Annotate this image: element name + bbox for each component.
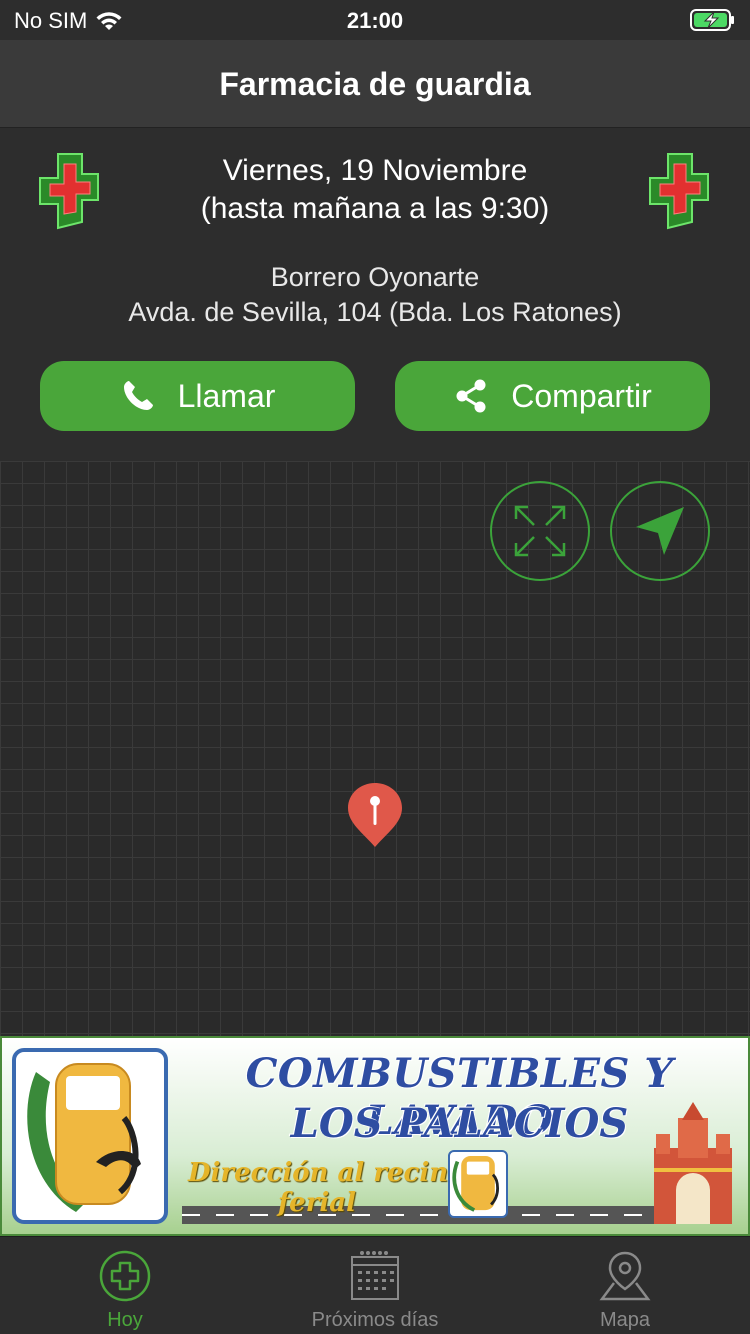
navigation-bar: Farmacia de guardia: [0, 40, 750, 128]
ad-subtitle-line1: Dirección al recinto: [188, 1158, 478, 1188]
map-view[interactable]: [0, 461, 750, 1036]
expand-icon: [514, 505, 566, 557]
pharmacy-address: Avda. de Sevilla, 104 (Bda. Los Ratones): [128, 297, 622, 327]
tab-mapa-label: Mapa: [599, 1309, 651, 1331]
fair-gate-graphic: [654, 1102, 732, 1224]
map-location-icon: [599, 1251, 651, 1301]
call-button[interactable]: Llamar: [40, 361, 355, 431]
share-icon: [456, 379, 486, 413]
page-title: Farmacia de guardia: [219, 66, 531, 102]
navigation-arrow-icon: [636, 507, 684, 555]
tab-hoy[interactable]: Hoy: [0, 1237, 250, 1334]
duty-until: (hasta mañana a las 9:30): [200, 192, 550, 225]
ad-subtitle-line2: ferial: [278, 1188, 357, 1218]
pharmacy-name: Borrero Oyonarte: [270, 262, 480, 292]
duty-date: Viernes, 19 Noviembre: [222, 154, 528, 187]
status-clock: 21:00: [346, 8, 404, 33]
tab-hoy-label: Hoy: [107, 1309, 143, 1331]
tab-proximos-dias-label: Próximos días: [311, 1309, 439, 1331]
locate-button[interactable]: [610, 481, 710, 581]
share-label: Compartir: [511, 377, 652, 414]
fuel-pump-mini-logo: [448, 1150, 508, 1218]
tab-mapa[interactable]: Mapa: [500, 1237, 750, 1334]
ad-banner[interactable]: COMBUSTIBLES Y LAVADO LOS PALACIOS Direc…: [0, 1036, 750, 1236]
expand-map-button[interactable]: [490, 481, 590, 581]
call-label: Llamar: [177, 377, 276, 414]
battery-charging-icon: [690, 9, 734, 31]
status-bar: No SIM 21:00: [0, 0, 750, 40]
tab-bar: Hoy Próximos días Mapa: [0, 1236, 750, 1334]
phone-icon: [123, 381, 153, 410]
share-button[interactable]: Compartir: [395, 361, 710, 431]
cross-circle-icon: [99, 1250, 151, 1302]
fuel-pump-logo: [12, 1048, 168, 1224]
map-pin-icon[interactable]: [346, 781, 404, 849]
tab-proximos-dias[interactable]: Próximos días: [250, 1237, 500, 1334]
calendar-icon: [351, 1251, 399, 1300]
